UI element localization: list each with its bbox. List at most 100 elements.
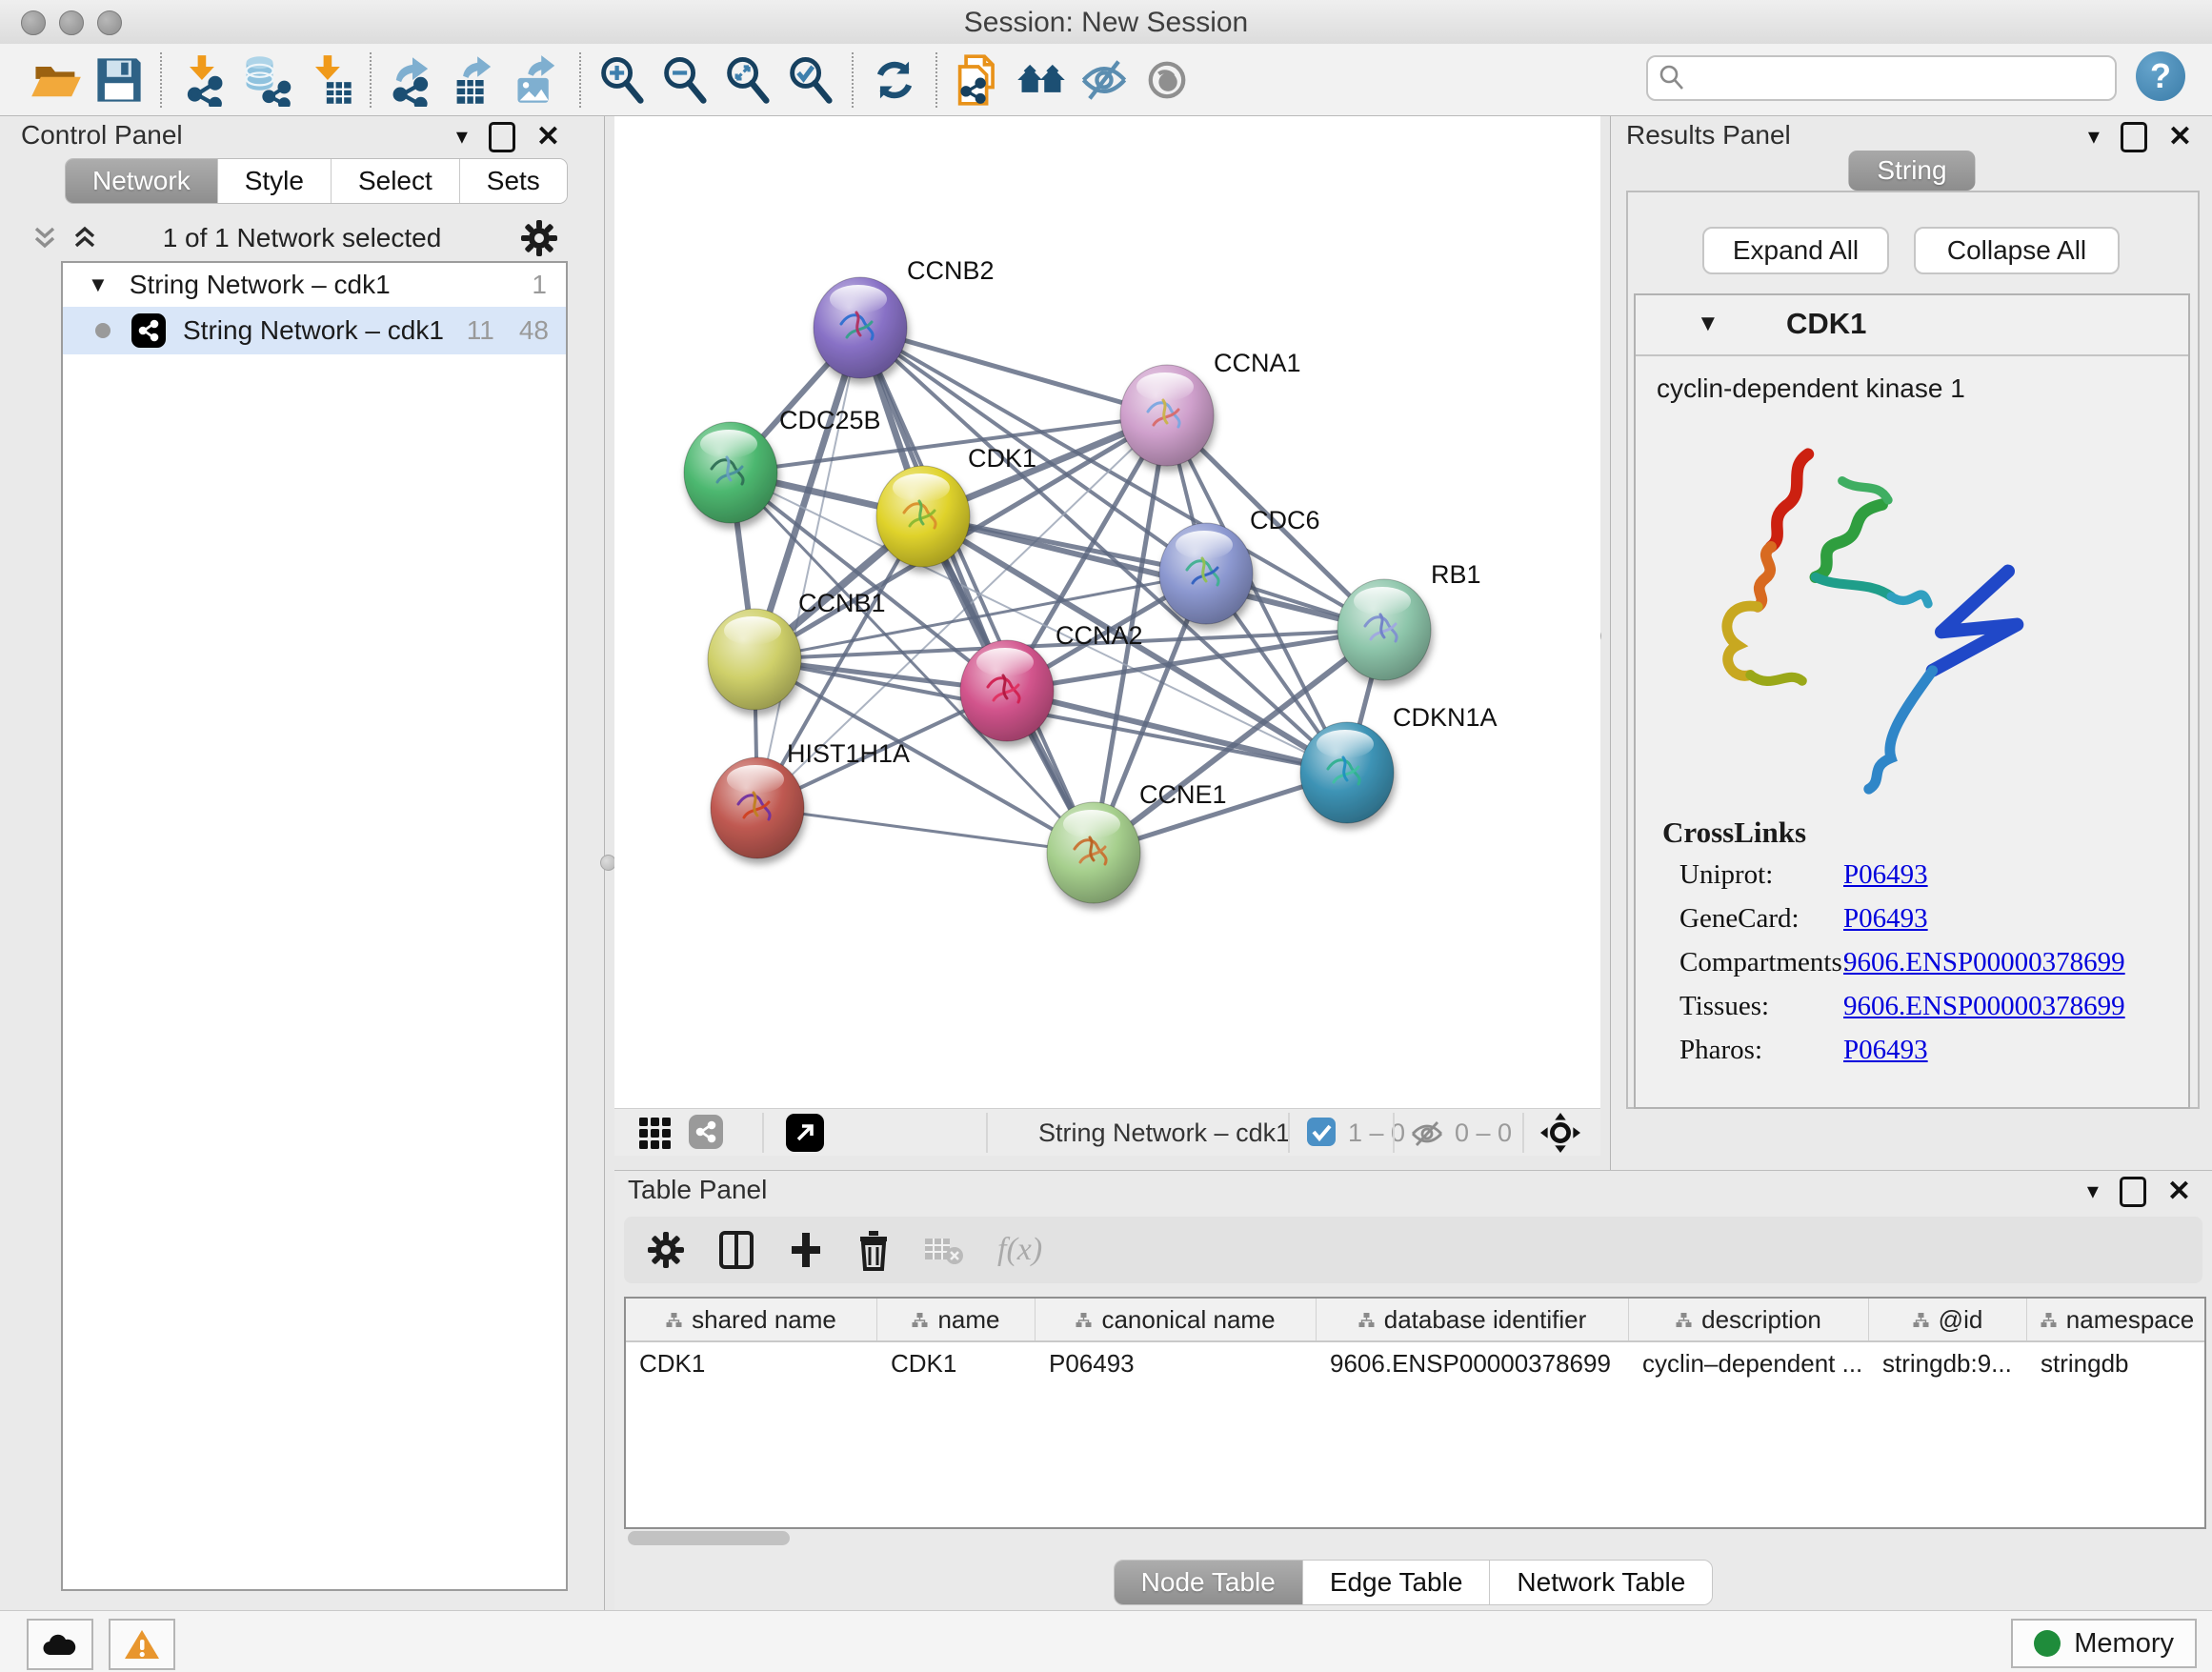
selected-checkbox-icon[interactable] bbox=[1307, 1118, 1336, 1146]
tab-style[interactable]: Style bbox=[217, 159, 331, 203]
fit-selected-crosshair-icon[interactable] bbox=[1540, 1113, 1580, 1153]
tab-edge-table[interactable]: Edge Table bbox=[1302, 1561, 1490, 1604]
delete-column-trash-icon[interactable] bbox=[856, 1229, 891, 1271]
table-cell[interactable]: cyclin–dependent ... bbox=[1629, 1342, 1869, 1384]
results-panel-float-icon[interactable] bbox=[2121, 122, 2147, 152]
column-header-description[interactable]: description bbox=[1629, 1299, 1869, 1340]
table-cell[interactable]: stringdb:9... bbox=[1869, 1342, 2027, 1384]
import-database-icon[interactable] bbox=[234, 50, 297, 110]
results-panel-menu-icon[interactable]: ▾ bbox=[2088, 126, 2100, 149]
network-node-cdc25b[interactable] bbox=[684, 422, 777, 523]
search-input[interactable] bbox=[1696, 63, 2115, 94]
export-image-icon[interactable] bbox=[507, 50, 570, 110]
column-header-id[interactable]: @id bbox=[1869, 1299, 2027, 1340]
tab-node-table[interactable]: Node Table bbox=[1115, 1561, 1302, 1604]
table-cell[interactable]: P06493 bbox=[1036, 1342, 1317, 1384]
network-node-rb1[interactable] bbox=[1337, 579, 1431, 680]
table-panel-menu-icon[interactable]: ▾ bbox=[2087, 1180, 2099, 1203]
network-node-cdkn1a[interactable] bbox=[1300, 722, 1394, 823]
zoom-out-icon[interactable] bbox=[654, 50, 716, 110]
network-node-ccnb2[interactable] bbox=[814, 277, 907, 378]
tab-sets[interactable]: Sets bbox=[459, 159, 567, 203]
network-collection-row[interactable]: ▼ String Network – cdk1 1 bbox=[63, 263, 566, 307]
table-cell[interactable]: CDK1 bbox=[877, 1342, 1036, 1384]
crosslink-link[interactable]: P06493 bbox=[1843, 1035, 1928, 1078]
memory-button[interactable]: Memory bbox=[2011, 1619, 2197, 1668]
birds-eye-grid-icon[interactable] bbox=[637, 1116, 672, 1150]
control-panel-menu-icon[interactable]: ▾ bbox=[456, 126, 468, 149]
entry-header[interactable]: ▼ CDK1 bbox=[1636, 295, 2188, 356]
column-header-name[interactable]: name bbox=[877, 1299, 1036, 1340]
import-table-icon[interactable] bbox=[297, 50, 360, 110]
node-table: shared namenamecanonical namedatabase id… bbox=[624, 1297, 2206, 1529]
export-network-icon[interactable] bbox=[381, 50, 444, 110]
crosslink-row: Pharos:P06493 bbox=[1679, 1035, 2175, 1078]
tab-network[interactable]: Network bbox=[66, 159, 217, 203]
node-label-ccna2: CCNA2 bbox=[1056, 621, 1143, 650]
collapse-all-button[interactable]: Collapse All bbox=[1914, 227, 2120, 274]
string-home-icon[interactable] bbox=[1010, 50, 1073, 110]
show-all-icon[interactable] bbox=[1136, 50, 1198, 110]
zoom-fit-icon[interactable] bbox=[716, 50, 779, 110]
save-session-icon[interactable] bbox=[88, 50, 151, 110]
crosslink-link[interactable]: 9606.ENSP00000378699 bbox=[1843, 991, 2125, 1035]
current-network-dot-icon bbox=[95, 323, 111, 338]
create-column-plus-icon[interactable] bbox=[788, 1229, 824, 1271]
table-options-gear-icon[interactable] bbox=[647, 1231, 685, 1269]
warnings-button[interactable] bbox=[109, 1619, 175, 1670]
table-cell[interactable]: stringdb bbox=[2027, 1342, 2206, 1384]
node-label-hist1h1a: HIST1H1A bbox=[787, 739, 910, 768]
crosslink-label: Tissues: bbox=[1679, 991, 1843, 1035]
duplicate-network-icon[interactable] bbox=[947, 50, 1010, 110]
network-node-ccne1[interactable] bbox=[1047, 802, 1140, 903]
table-panel-float-icon[interactable] bbox=[2120, 1177, 2146, 1207]
network-row-selected[interactable]: String Network – cdk1 11 48 bbox=[63, 307, 566, 354]
tab-network-table[interactable]: Network Table bbox=[1489, 1561, 1712, 1604]
cloud-button[interactable] bbox=[27, 1619, 93, 1670]
control-panel-close-icon[interactable]: ✕ bbox=[536, 123, 560, 151]
window-title: Session: New Session bbox=[0, 7, 2212, 39]
tab-select[interactable]: Select bbox=[331, 159, 459, 203]
import-network-icon[interactable] bbox=[171, 50, 234, 110]
network-node-hist1h1a[interactable] bbox=[711, 757, 804, 858]
column-header-namespace[interactable]: namespace bbox=[2027, 1299, 2206, 1340]
tree-expand-icon[interactable]: ▼ bbox=[88, 272, 109, 297]
node-label-cdk1: CDK1 bbox=[968, 444, 1036, 473]
network-node-cdk1[interactable] bbox=[876, 466, 970, 567]
results-panel-close-icon[interactable]: ✕ bbox=[2168, 123, 2192, 151]
table-panel-close-icon[interactable]: ✕ bbox=[2167, 1178, 2191, 1206]
crosslink-link[interactable]: P06493 bbox=[1843, 859, 1928, 903]
network-type-icon[interactable] bbox=[689, 1115, 723, 1149]
hide-unselected-icon[interactable] bbox=[1073, 50, 1136, 110]
network-node-cdc6[interactable] bbox=[1159, 523, 1253, 624]
expand-all-button[interactable]: Expand All bbox=[1702, 227, 1889, 274]
help-icon[interactable]: ? bbox=[2136, 51, 2185, 101]
zoom-selected-icon[interactable] bbox=[779, 50, 842, 110]
network-node-ccnb1[interactable] bbox=[708, 609, 801, 710]
crosslink-link[interactable]: 9606.ENSP00000378699 bbox=[1843, 947, 2125, 991]
network-canvas[interactable]: CCNB2CCNA1CDC25BCDK1CDC6RB1CCNB1CCNA2CDK… bbox=[614, 116, 1600, 1108]
warning-triangle-icon bbox=[124, 1628, 160, 1661]
entry-collapse-icon[interactable]: ▼ bbox=[1697, 311, 1719, 337]
tab-string[interactable]: String bbox=[1848, 151, 1975, 191]
crosslink-row: Uniprot:P06493 bbox=[1679, 859, 2175, 903]
open-session-icon[interactable] bbox=[25, 50, 88, 110]
control-panel-float-icon[interactable] bbox=[489, 122, 515, 152]
network-node-ccna1[interactable] bbox=[1120, 365, 1214, 466]
network-node-ccna2[interactable] bbox=[960, 640, 1054, 741]
crosslinks-list: Uniprot:P06493GeneCard:P06493Compartment… bbox=[1679, 859, 2175, 1078]
table-cell[interactable]: 9606.ENSP00000378699 bbox=[1317, 1342, 1629, 1384]
network-options-gear-icon[interactable] bbox=[520, 219, 558, 257]
column-header-database-identifier[interactable]: database identifier bbox=[1317, 1299, 1629, 1340]
table-horizontal-scrollbar[interactable] bbox=[628, 1531, 790, 1545]
column-header-canonical-name[interactable]: canonical name bbox=[1036, 1299, 1317, 1340]
show-columns-icon[interactable] bbox=[717, 1229, 755, 1271]
column-header-shared-name[interactable]: shared name bbox=[626, 1299, 877, 1340]
export-table-icon[interactable] bbox=[444, 50, 507, 110]
zoom-in-icon[interactable] bbox=[591, 50, 654, 110]
crosslink-link[interactable]: P06493 bbox=[1843, 903, 1928, 947]
open-in-window-icon[interactable] bbox=[786, 1114, 824, 1152]
table-cell[interactable]: CDK1 bbox=[626, 1342, 877, 1384]
entry-gene-name: CDK1 bbox=[1786, 307, 1866, 341]
refresh-layout-icon[interactable] bbox=[863, 50, 926, 110]
